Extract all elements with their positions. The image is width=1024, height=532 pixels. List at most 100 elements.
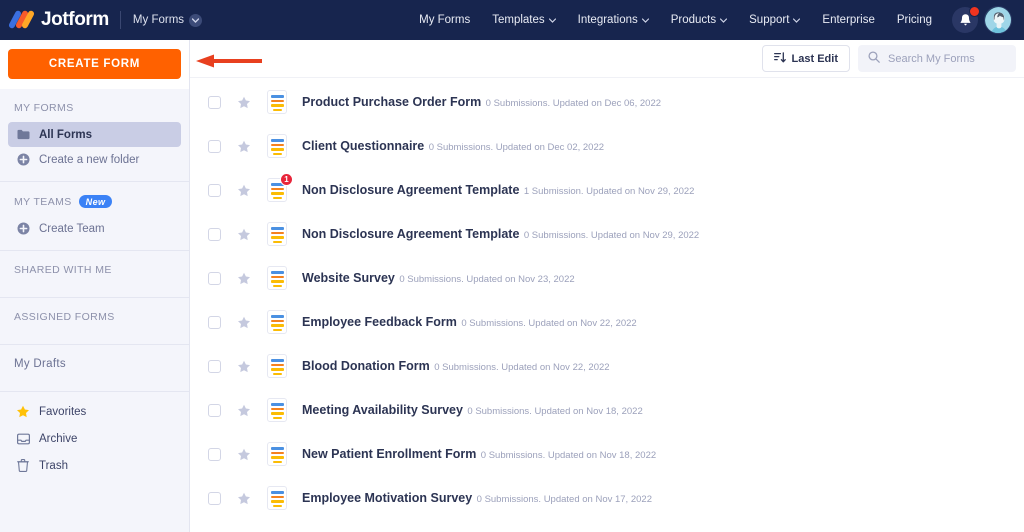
jotform-logo-text: Jotform [41, 9, 109, 31]
chevron-down-icon [549, 18, 556, 23]
submission-count-badge: 1 [280, 173, 293, 186]
sidebar-item-all-forms[interactable]: All Forms [8, 122, 181, 147]
row-checkbox[interactable] [208, 448, 221, 461]
jotform-myforms-page: Jotform My Forms My Forms Templates Inte… [0, 0, 1024, 532]
sidebar-item-create-team[interactable]: Create Team [8, 216, 181, 241]
row-meta: Website Survey 0 Submissions. Updated on… [302, 269, 575, 287]
nav-my-forms[interactable]: My Forms [408, 0, 481, 40]
form-submeta: 0 Submissions. Updated on Dec 06, 2022 [486, 98, 661, 109]
nav-products[interactable]: Products [660, 0, 738, 40]
star-icon [16, 405, 30, 418]
table-row[interactable]: Product Purchase Order Form 0 Submission… [190, 80, 1024, 124]
jotform-logo[interactable]: Jotform [10, 9, 109, 31]
create-form-button[interactable]: CREATE FORM [8, 49, 181, 79]
row-checkbox[interactable] [208, 184, 221, 197]
favorite-star-icon[interactable] [237, 272, 251, 285]
plus-circle-icon [16, 222, 30, 235]
search-input[interactable] [888, 53, 1006, 65]
form-title: Blood Donation Form [302, 359, 430, 373]
row-meta: Client Questionnaire 0 Submissions. Upda… [302, 137, 604, 155]
sidebar-item-archive[interactable]: Archive [8, 425, 181, 452]
sidebar: CREATE FORM MY FORMS All Forms [0, 40, 190, 532]
favorite-star-icon[interactable] [237, 448, 251, 461]
table-row[interactable]: Employee Motivation Survey 0 Submissions… [190, 476, 1024, 520]
form-icon [267, 486, 287, 510]
form-title: Employee Motivation Survey [302, 491, 472, 505]
forms-toolbar: Last Edit [190, 40, 1024, 78]
row-meta: Non Disclosure Agreement Template 0 Subm… [302, 225, 699, 243]
form-icon [267, 134, 287, 158]
row-checkbox[interactable] [208, 360, 221, 373]
sidebar-heading-label: MY FORMS [14, 102, 74, 114]
form-title: New Patient Enrollment Form [302, 447, 476, 461]
row-checkbox[interactable] [208, 316, 221, 329]
sidebar-item-my-drafts[interactable]: My Drafts [0, 345, 189, 382]
table-row[interactable]: Client Questionnaire 0 Submissions. Upda… [190, 124, 1024, 168]
favorite-star-icon[interactable] [237, 140, 251, 153]
sidebar-item-create-folder[interactable]: Create a new folder [8, 147, 181, 172]
notifications-button[interactable] [952, 7, 978, 33]
sort-button-label: Last Edit [792, 53, 838, 65]
form-submeta: 0 Submissions. Updated on Nov 22, 2022 [461, 318, 636, 329]
sidebar-item-label: Trash [39, 460, 68, 472]
table-row[interactable]: Website Survey 0 Submissions. Updated on… [190, 256, 1024, 300]
table-row[interactable]: 1 Non Disclosure Agreement Template 1 Su… [190, 168, 1024, 212]
row-checkbox[interactable] [208, 404, 221, 417]
nav-integrations[interactable]: Integrations [567, 0, 660, 40]
form-submeta: 0 Submissions. Updated on Nov 22, 2022 [434, 362, 609, 373]
favorite-star-icon[interactable] [237, 184, 251, 197]
notification-badge [969, 6, 980, 17]
search-container [858, 45, 1016, 72]
top-navigation-bar: Jotform My Forms My Forms Templates Inte… [0, 0, 1024, 40]
nav-templates[interactable]: Templates [481, 0, 566, 40]
favorite-star-icon[interactable] [237, 492, 251, 505]
sidebar-heading-label: MY TEAMS [14, 196, 72, 208]
forms-list: Product Purchase Order Form 0 Submission… [190, 78, 1024, 532]
primary-nav-links: My Forms Templates Integrations Products… [408, 0, 1012, 40]
page-body: CREATE FORM MY FORMS All Forms [0, 40, 1024, 532]
create-form-area: CREATE FORM [0, 40, 189, 89]
sidebar-item-assigned-forms[interactable]: ASSIGNED FORMS [0, 298, 189, 335]
table-row[interactable]: Employee Feedback Form 0 Submissions. Up… [190, 300, 1024, 344]
favorite-star-icon[interactable] [237, 316, 251, 329]
form-submeta: 0 Submissions. Updated on Nov 18, 2022 [467, 406, 642, 417]
row-checkbox[interactable] [208, 96, 221, 109]
nav-label: My Forms [419, 14, 470, 26]
favorite-star-icon[interactable] [237, 228, 251, 241]
row-meta: Employee Feedback Form 0 Submissions. Up… [302, 313, 637, 331]
nav-label: Pricing [897, 14, 932, 26]
favorite-star-icon[interactable] [237, 404, 251, 417]
sidebar-item-label: Create Team [39, 223, 105, 235]
row-checkbox[interactable] [208, 272, 221, 285]
row-checkbox[interactable] [208, 492, 221, 505]
table-row[interactable]: New Patient Enrollment Form 0 Submission… [190, 432, 1024, 476]
trash-icon [16, 459, 30, 472]
chevron-down-icon [642, 18, 649, 23]
form-title: Client Questionnaire [302, 139, 424, 153]
table-row[interactable]: Meeting Availability Survey 0 Submission… [190, 388, 1024, 432]
row-checkbox[interactable] [208, 140, 221, 153]
favorite-star-icon[interactable] [237, 360, 251, 373]
table-row[interactable]: Non Disclosure Agreement Template 0 Subm… [190, 212, 1024, 256]
sidebar-item-label: All Forms [39, 129, 92, 141]
sort-last-edit-button[interactable]: Last Edit [762, 45, 850, 72]
user-avatar[interactable] [984, 6, 1012, 34]
sidebar-item-favorites[interactable]: Favorites [8, 398, 181, 425]
nav-label: Integrations [578, 14, 638, 26]
sidebar-item-trash[interactable]: Trash [8, 452, 181, 479]
sidebar-item-shared-with-me[interactable]: SHARED WITH ME [0, 251, 189, 288]
form-icon [267, 222, 287, 246]
nav-enterprise[interactable]: Enterprise [811, 0, 885, 40]
form-icon [267, 90, 287, 114]
form-title: Website Survey [302, 271, 395, 285]
nav-divider [120, 11, 121, 29]
favorite-star-icon[interactable] [237, 96, 251, 109]
my-forms-context-switcher[interactable]: My Forms [133, 14, 202, 27]
row-checkbox[interactable] [208, 228, 221, 241]
nav-support[interactable]: Support [738, 0, 811, 40]
table-row[interactable]: Blood Donation Form 0 Submissions. Updat… [190, 344, 1024, 388]
nav-pricing[interactable]: Pricing [886, 0, 943, 40]
form-icon: 1 [267, 178, 287, 202]
new-badge: New [79, 195, 113, 208]
row-meta: Employee Motivation Survey 0 Submissions… [302, 489, 652, 507]
